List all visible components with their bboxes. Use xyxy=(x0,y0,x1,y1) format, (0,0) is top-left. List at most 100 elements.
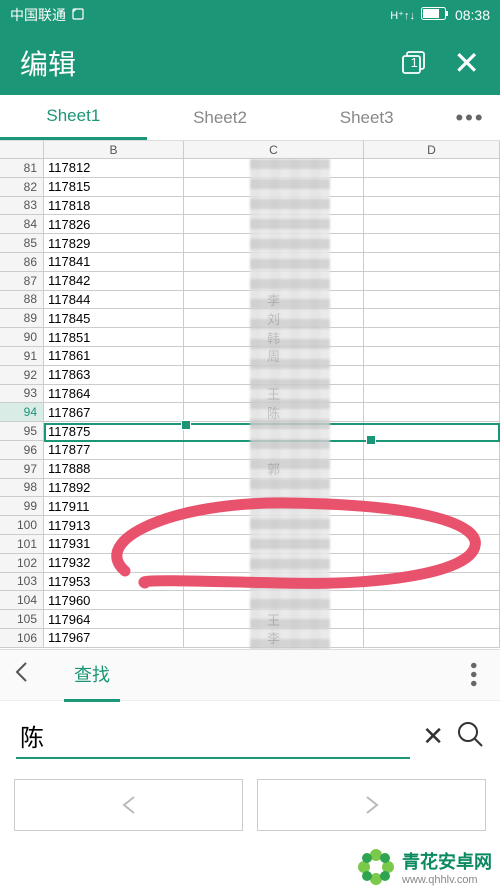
cell[interactable]: 117931 xyxy=(44,535,184,554)
cell[interactable] xyxy=(184,272,364,291)
cell[interactable]: 117851 xyxy=(44,328,184,347)
table-row[interactable]: 94117867陈 xyxy=(0,403,500,422)
row-number[interactable]: 83 xyxy=(0,197,44,216)
cell[interactable]: 117913 xyxy=(44,516,184,535)
table-row[interactable]: 88117844李 xyxy=(0,291,500,310)
cell[interactable]: 王 xyxy=(184,385,364,404)
search-input[interactable] xyxy=(16,713,410,759)
cell[interactable]: 117815 xyxy=(44,178,184,197)
cell[interactable] xyxy=(184,535,364,554)
search-icon[interactable] xyxy=(456,720,484,753)
tab-sheet3[interactable]: Sheet3 xyxy=(293,95,440,140)
cell[interactable]: 117960 xyxy=(44,591,184,610)
cell[interactable]: 王 xyxy=(184,610,364,629)
cell[interactable]: 117863 xyxy=(44,366,184,385)
cell[interactable]: 117845 xyxy=(44,309,184,328)
cell[interactable] xyxy=(364,347,500,366)
table-row[interactable]: 103117953 xyxy=(0,573,500,592)
row-number[interactable]: 94 xyxy=(0,403,44,422)
cell[interactable]: 117932 xyxy=(44,554,184,573)
cell[interactable]: 刘 xyxy=(184,309,364,328)
cell[interactable] xyxy=(184,554,364,573)
row-number[interactable]: 106 xyxy=(0,629,44,648)
cell[interactable] xyxy=(184,573,364,592)
row-number[interactable]: 84 xyxy=(0,215,44,234)
find-tab[interactable]: 查找 xyxy=(64,649,120,702)
cell[interactable] xyxy=(364,309,500,328)
cell[interactable]: 117829 xyxy=(44,234,184,253)
cell[interactable] xyxy=(184,516,364,535)
cell[interactable] xyxy=(364,516,500,535)
tab-more-button[interactable]: ••• xyxy=(440,95,500,140)
find-more-button[interactable]: ••• xyxy=(459,664,486,687)
cell[interactable]: 郭 xyxy=(184,460,364,479)
row-number[interactable]: 105 xyxy=(0,610,44,629)
window-count-button[interactable]: 1 xyxy=(401,50,427,76)
row-number[interactable]: 81 xyxy=(0,159,44,178)
cell[interactable]: 李 xyxy=(184,291,364,310)
row-number[interactable]: 85 xyxy=(0,234,44,253)
tab-sheet1[interactable]: Sheet1 xyxy=(0,95,147,140)
cell[interactable] xyxy=(364,328,500,347)
cell[interactable] xyxy=(364,460,500,479)
table-row[interactable]: 86117841 xyxy=(0,253,500,272)
table-row[interactable]: 97117888郭 xyxy=(0,460,500,479)
cell[interactable] xyxy=(364,159,500,178)
table-row[interactable]: 85117829 xyxy=(0,234,500,253)
cell[interactable] xyxy=(364,178,500,197)
row-number[interactable]: 89 xyxy=(0,309,44,328)
table-row[interactable]: 102117932 xyxy=(0,554,500,573)
corner-cell[interactable] xyxy=(0,141,44,159)
cell[interactable] xyxy=(364,573,500,592)
tab-sheet2[interactable]: Sheet2 xyxy=(147,95,294,140)
row-number[interactable]: 98 xyxy=(0,479,44,498)
cell[interactable] xyxy=(364,497,500,516)
table-row[interactable]: 98117892 xyxy=(0,479,500,498)
row-number[interactable]: 103 xyxy=(0,573,44,592)
table-row[interactable]: 84117826 xyxy=(0,215,500,234)
row-number[interactable]: 93 xyxy=(0,385,44,404)
cell[interactable] xyxy=(184,197,364,216)
cell[interactable]: 韩 xyxy=(184,328,364,347)
cell[interactable]: 陈 xyxy=(184,403,364,422)
clear-icon[interactable]: ✕ xyxy=(422,721,444,752)
table-row[interactable]: 100117913 xyxy=(0,516,500,535)
back-button[interactable] xyxy=(14,661,44,690)
cell[interactable]: 117841 xyxy=(44,253,184,272)
table-row[interactable]: 105117964王 xyxy=(0,610,500,629)
table-row[interactable]: 101117931 xyxy=(0,535,500,554)
cell[interactable] xyxy=(184,215,364,234)
prev-result-button[interactable] xyxy=(14,779,243,831)
cell[interactable]: 117964 xyxy=(44,610,184,629)
row-number[interactable]: 87 xyxy=(0,272,44,291)
cell[interactable]: 117826 xyxy=(44,215,184,234)
cell[interactable] xyxy=(364,535,500,554)
table-row[interactable]: 89117845刘 xyxy=(0,309,500,328)
cell[interactable]: 117864 xyxy=(44,385,184,404)
table-row[interactable]: 95117875 xyxy=(0,422,500,441)
cell[interactable] xyxy=(184,178,364,197)
cell[interactable] xyxy=(184,441,364,460)
cell[interactable]: 李 xyxy=(184,629,364,648)
cell[interactable]: 117888 xyxy=(44,460,184,479)
row-number[interactable]: 88 xyxy=(0,291,44,310)
cell[interactable]: 117875 xyxy=(44,422,184,441)
row-number[interactable]: 104 xyxy=(0,591,44,610)
cell[interactable]: 117867 xyxy=(44,403,184,422)
cell[interactable] xyxy=(364,591,500,610)
next-result-button[interactable] xyxy=(257,779,486,831)
cell[interactable]: 117911 xyxy=(44,497,184,516)
row-number[interactable]: 97 xyxy=(0,460,44,479)
cell[interactable] xyxy=(184,159,364,178)
table-row[interactable]: 83117818 xyxy=(0,197,500,216)
cell[interactable] xyxy=(364,610,500,629)
cell[interactable] xyxy=(364,253,500,272)
col-header-b[interactable]: B xyxy=(44,141,184,159)
close-button[interactable]: ✕ xyxy=(453,44,480,82)
cell[interactable] xyxy=(364,291,500,310)
table-row[interactable]: 90117851韩 xyxy=(0,328,500,347)
cell[interactable] xyxy=(364,479,500,498)
row-number[interactable]: 102 xyxy=(0,554,44,573)
table-row[interactable]: 91117861周 xyxy=(0,347,500,366)
table-row[interactable]: 92117863 xyxy=(0,366,500,385)
